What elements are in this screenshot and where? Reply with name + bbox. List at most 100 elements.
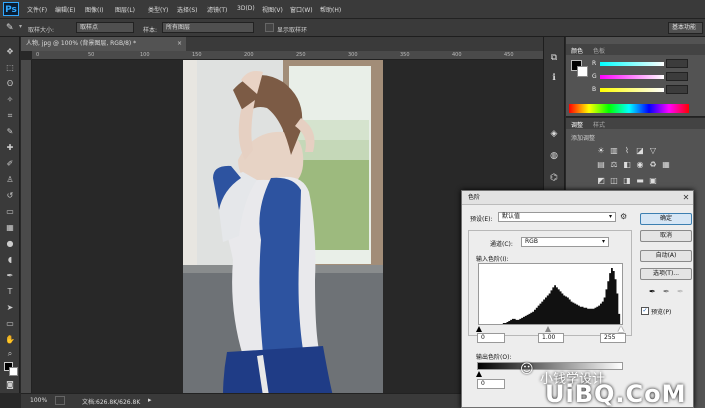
- sample-size-select[interactable]: 取样点: [76, 22, 134, 33]
- black-white-icon[interactable]: ◧: [622, 160, 632, 169]
- input-white-field[interactable]: 255: [600, 333, 626, 343]
- eyedropper-tool-icon[interactable]: ✎: [5, 127, 15, 137]
- crop-tool-icon[interactable]: ⌗: [5, 111, 15, 121]
- zoom-tool-icon[interactable]: ⌕: [5, 349, 15, 359]
- hue-saturation-icon[interactable]: ▤: [596, 160, 606, 169]
- red-value-field[interactable]: [666, 59, 688, 68]
- output-black-field[interactable]: 0: [477, 379, 505, 389]
- red-slider[interactable]: [600, 62, 664, 66]
- photo-filter-icon[interactable]: ◉: [635, 160, 645, 169]
- menu-item[interactable]: 文件(F): [27, 5, 47, 14]
- properties-panel-icon[interactable]: ℹ: [548, 72, 560, 84]
- blue-slider[interactable]: [600, 88, 664, 92]
- eyedropper-icon[interactable]: ✎: [6, 22, 18, 34]
- menu-item[interactable]: 图像(I): [85, 5, 103, 14]
- levels-adjust-icon[interactable]: ▥: [609, 146, 619, 155]
- workspace-select[interactable]: 基本功能: [668, 22, 703, 34]
- vibrance-icon[interactable]: ▽: [648, 146, 658, 155]
- type-tool-icon[interactable]: T: [5, 287, 15, 297]
- channels-panel-icon[interactable]: ◍: [548, 150, 560, 162]
- brush-tool-icon[interactable]: ✐: [5, 159, 15, 169]
- document-tab-label: 人物, jpg @ 100% (背景图层, RGB/8) *: [26, 40, 137, 47]
- history-panel-icon[interactable]: ⧉: [548, 52, 560, 64]
- menu-item[interactable]: 类型(Y): [148, 5, 168, 14]
- blur-tool-icon[interactable]: ●: [5, 239, 15, 249]
- output-black-handle[interactable]: [476, 371, 482, 377]
- input-black-point-handle[interactable]: [476, 326, 482, 332]
- dialog-close-icon[interactable]: ✕: [680, 192, 692, 204]
- menu-item[interactable]: 窗口(W): [290, 5, 313, 14]
- menu-bar: [0, 0, 705, 19]
- brightness-icon[interactable]: ☀: [596, 146, 606, 155]
- ok-button[interactable]: 确定: [640, 213, 692, 225]
- eraser-tool-icon[interactable]: ▭: [5, 207, 15, 217]
- threshold-icon[interactable]: ◨: [622, 176, 632, 185]
- shape-tool-icon[interactable]: ▭: [5, 319, 15, 329]
- gradient-tool-icon[interactable]: ▦: [5, 223, 15, 233]
- document-photo[interactable]: [183, 60, 383, 396]
- zoom-level[interactable]: 100%: [30, 397, 47, 404]
- menu-item[interactable]: 3D(D): [237, 5, 255, 12]
- gray-eyedropper-icon[interactable]: ✒: [663, 287, 673, 297]
- channel-select[interactable]: RGB ▾: [521, 237, 609, 247]
- color-lookup-icon[interactable]: ▦: [661, 160, 671, 169]
- tab-color[interactable]: 颜色: [571, 46, 583, 55]
- black-eyedropper-icon[interactable]: ✒: [649, 287, 659, 297]
- dodge-tool-icon[interactable]: ◖: [5, 255, 15, 265]
- white-eyedropper-icon[interactable]: ✒: [677, 287, 687, 297]
- move-tool-icon[interactable]: ✥: [5, 47, 15, 57]
- menu-item[interactable]: 滤镜(T): [207, 5, 227, 14]
- hand-tool-icon[interactable]: ✋: [5, 335, 15, 345]
- path-select-tool-icon[interactable]: ➤: [5, 303, 15, 313]
- preview-checkbox[interactable]: ✓: [641, 307, 649, 315]
- preset-options-gear-icon[interactable]: ⚙: [620, 212, 630, 222]
- input-gamma-handle[interactable]: [545, 326, 551, 332]
- quick-select-tool-icon[interactable]: ✧: [5, 95, 15, 105]
- menu-item[interactable]: 视图(V): [262, 5, 283, 14]
- exposure-icon[interactable]: ◪: [635, 146, 645, 155]
- paths-panel-icon[interactable]: ⌬: [548, 172, 560, 184]
- tool-preset-chevron-icon[interactable]: ▾: [19, 23, 22, 30]
- auto-button[interactable]: 自动(A): [640, 250, 692, 262]
- lasso-tool-icon[interactable]: ʘ: [5, 79, 15, 89]
- options-button[interactable]: 选项(T)...: [640, 268, 692, 280]
- menu-item[interactable]: 选择(S): [177, 5, 198, 14]
- layers-panel-icon[interactable]: ◈: [548, 128, 560, 140]
- blue-value-field[interactable]: [666, 85, 688, 94]
- document-tab[interactable]: 人物, jpg @ 100% (背景图层, RGB/8) * ×: [21, 37, 186, 51]
- tab-styles[interactable]: 样式: [593, 120, 605, 129]
- sample-select[interactable]: 所有图层: [162, 22, 254, 33]
- color-spectrum[interactable]: [569, 104, 689, 113]
- preset-select[interactable]: 默认值 ▾: [498, 212, 616, 222]
- posterize-icon[interactable]: ◫: [609, 176, 619, 185]
- cancel-button[interactable]: 取消: [640, 230, 692, 242]
- tab-adjustments[interactable]: 调整: [571, 120, 583, 129]
- clone-stamp-tool-icon[interactable]: ♙: [5, 175, 15, 185]
- selective-color-icon[interactable]: ▣: [648, 176, 658, 185]
- history-brush-tool-icon[interactable]: ↺: [5, 191, 15, 201]
- background-color-swatch[interactable]: [9, 367, 18, 376]
- color-panel-background[interactable]: [577, 66, 588, 77]
- gradient-map-icon[interactable]: ▬: [635, 176, 645, 185]
- ruler-number: 400: [452, 52, 462, 58]
- green-slider[interactable]: [600, 75, 664, 79]
- green-value-field[interactable]: [666, 72, 688, 81]
- input-white-point-handle[interactable]: [618, 326, 624, 332]
- curves-icon[interactable]: ⌇: [622, 146, 632, 155]
- channel-mixer-icon[interactable]: ♻: [648, 160, 658, 169]
- menu-item[interactable]: 编辑(E): [55, 5, 75, 14]
- color-balance-icon[interactable]: ⚖: [609, 160, 619, 169]
- quick-mask-icon[interactable]: ◙: [5, 380, 15, 390]
- invert-icon[interactable]: ◩: [596, 176, 606, 185]
- input-gamma-field[interactable]: 1.00: [538, 333, 564, 343]
- tab-swatches[interactable]: 色板: [593, 46, 605, 55]
- status-menu-arrow[interactable]: ▸: [148, 396, 152, 404]
- menu-item[interactable]: 图层(L): [115, 5, 135, 14]
- marquee-tool-icon[interactable]: ⬚: [5, 63, 15, 73]
- healing-brush-tool-icon[interactable]: ✚: [5, 143, 15, 153]
- input-black-field[interactable]: 0: [477, 333, 505, 343]
- menu-item[interactable]: 帮助(H): [320, 5, 341, 14]
- close-tab-icon[interactable]: ×: [177, 37, 182, 51]
- show-ring-checkbox[interactable]: [265, 23, 274, 32]
- pen-tool-icon[interactable]: ✒: [5, 271, 15, 281]
